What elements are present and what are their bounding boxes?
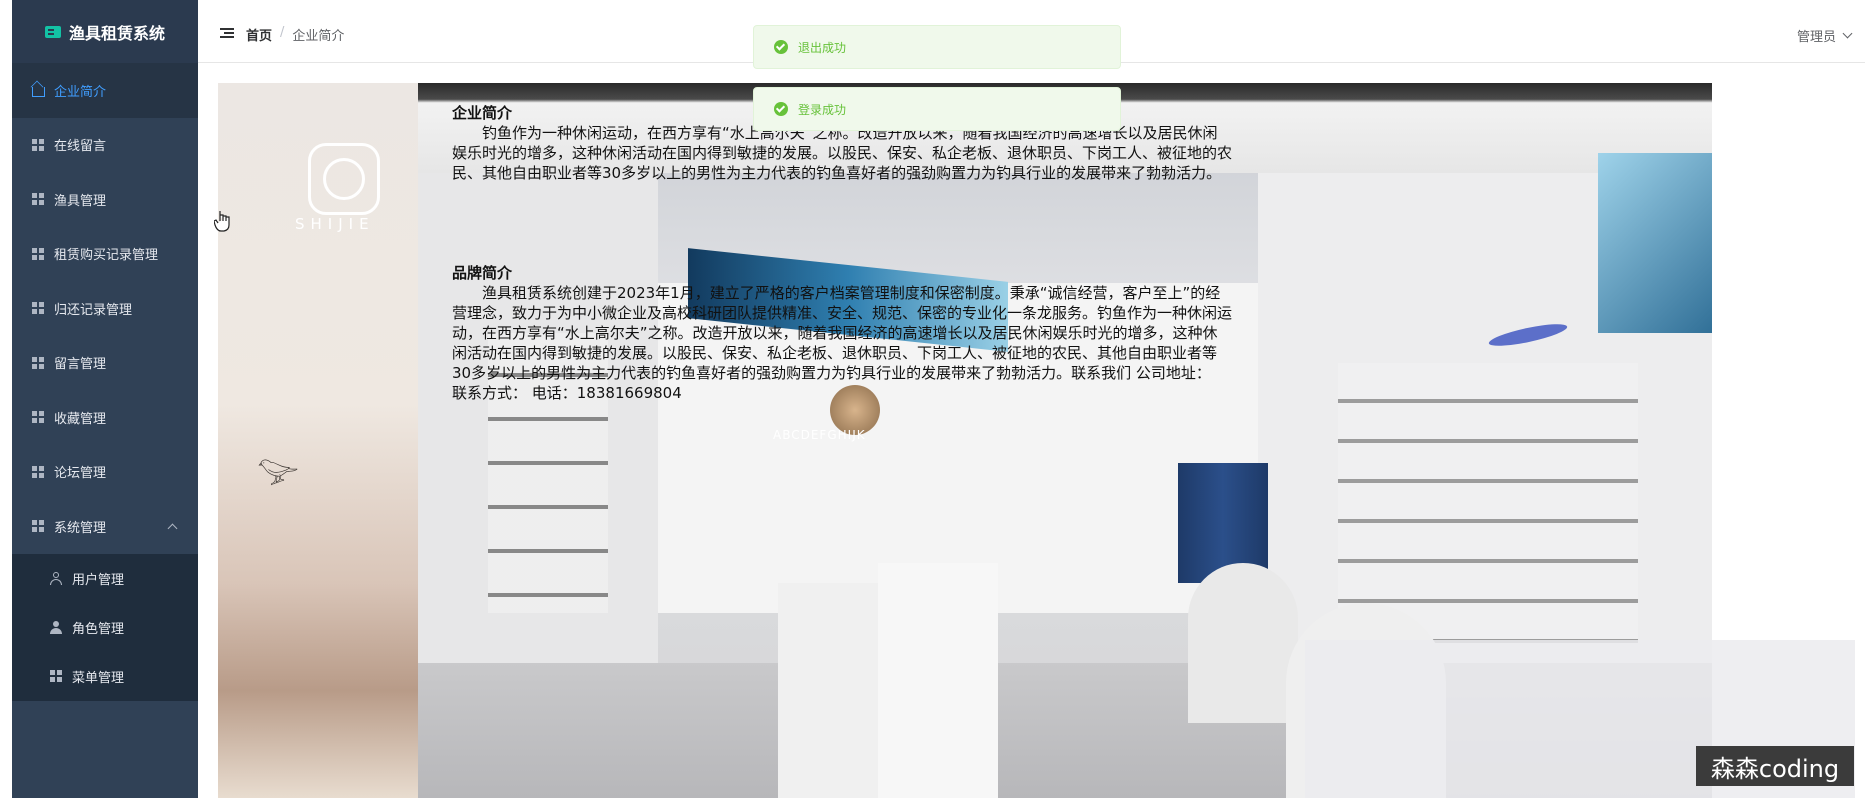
grid-icon — [48, 670, 64, 682]
grid-icon — [30, 247, 46, 260]
role-icon — [48, 620, 64, 634]
sidebar-item-gear-management[interactable]: 渔具管理 — [12, 172, 198, 227]
breadcrumb-separator: / — [280, 25, 285, 40]
user-dropdown[interactable]: 管理员 — [1796, 26, 1853, 45]
sidebar-item-label: 渔具管理 — [54, 193, 107, 209]
success-check-icon — [774, 40, 788, 54]
left-edge — [0, 0, 12, 798]
submenu-item-roles[interactable]: 角色管理 — [12, 603, 198, 652]
user-icon — [48, 571, 64, 585]
sidebar-item-rental-records[interactable]: 租赁购买记录管理 — [12, 227, 198, 282]
sidebar-item-label: 论坛管理 — [54, 466, 107, 482]
grid-icon — [30, 356, 46, 369]
logout-success-toast: 退出成功 — [753, 25, 1121, 69]
submenu-item-users[interactable]: 用户管理 — [12, 554, 198, 603]
sidebar-item-return-records[interactable]: 归还记录管理 — [12, 281, 198, 336]
display-counter-front — [878, 563, 998, 798]
sidebar-item-online-message[interactable]: 在线留言 — [12, 118, 198, 173]
grid-icon — [30, 411, 46, 424]
sidebar-item-company-intro[interactable]: 企业简介 — [12, 63, 198, 118]
grid-icon — [30, 302, 46, 315]
sidebar-menu: 企业简介 在线留言 渔具管理 租赁购买记录管理 归还记录管理 留言管理 收藏管理 — [12, 63, 198, 554]
sidebar-item-favorites[interactable]: 收藏管理 — [12, 390, 198, 445]
sidebar-item-label: 留言管理 — [54, 357, 107, 373]
app-logo-icon — [44, 25, 61, 38]
grid-icon — [30, 520, 46, 533]
sidebar-item-forum[interactable]: 论坛管理 — [12, 445, 198, 500]
toast-text: 退出成功 — [798, 40, 847, 55]
sidebar-item-label: 系统管理 — [54, 520, 107, 536]
app-brand: 渔具租赁系统 — [12, 0, 198, 63]
sidebar-item-label: 在线留言 — [54, 139, 107, 155]
submenu-item-label: 角色管理 — [72, 621, 125, 637]
sidebar: 渔具租赁系统 企业简介 在线留言 渔具管理 租赁购买记录管理 归还记录管理 留言… — [12, 0, 198, 798]
system-submenu: 用户管理 角色管理 菜单管理 — [12, 553, 198, 701]
sidebar-item-label: 归还记录管理 — [54, 302, 133, 318]
grid-icon — [30, 465, 46, 478]
breadcrumb-current: 企业简介 — [292, 29, 345, 44]
hand-cursor-icon — [214, 211, 230, 232]
grid-icon — [30, 138, 46, 151]
brand-intro-text: 渔具租赁系统创建于2023年1月，建立了严格的客户档案管理制度和保密制度。秉承“… — [452, 284, 1233, 382]
breadcrumb-home[interactable]: 首页 — [246, 25, 272, 44]
logo-text: SHIJIE — [295, 215, 375, 233]
submenu-item-label: 用户管理 — [72, 572, 125, 588]
menu-toggle-icon[interactable] — [220, 28, 234, 38]
sidebar-item-message-management[interactable]: 留言管理 — [12, 336, 198, 391]
company-intro-text: 钓鱼作为一种休闲运动，在西方享有“水上高尔夫”之称。改造开放以来，随着我国经济的… — [452, 124, 1233, 182]
success-check-icon — [774, 102, 788, 116]
grid-icon — [30, 193, 46, 206]
chevron-down-icon — [1842, 28, 1853, 39]
sidebar-item-label: 企业简介 — [54, 84, 107, 100]
breadcrumb: 首页 / 企业简介 — [246, 25, 344, 44]
toast-text: 登录成功 — [798, 102, 847, 117]
sidebar-item-label: 收藏管理 — [54, 411, 107, 427]
home-icon — [30, 83, 46, 98]
submenu-item-menus[interactable]: 菜单管理 — [12, 652, 198, 701]
ocean-banner-right — [1598, 153, 1712, 333]
user-name: 管理员 — [1796, 30, 1836, 45]
brand-intro-title: 品牌简介 — [452, 264, 513, 282]
chevron-up-icon — [167, 523, 178, 534]
sidebar-item-label: 租赁购买记录管理 — [54, 248, 159, 264]
intro-text-block: 企业简介 钓鱼作为一种休闲运动，在西方享有“水上高尔夫”之称。改造开放以来，随着… — [452, 103, 1232, 403]
camera-logo-icon — [308, 143, 380, 215]
login-success-toast: 登录成功 — [753, 87, 1121, 131]
round-display-back — [1188, 563, 1298, 723]
watermark: 森森coding — [1696, 746, 1854, 786]
contact-info: 联系方式： 电话：18381669804 — [452, 384, 682, 402]
submenu-item-label: 菜单管理 — [72, 670, 125, 686]
sidebar-item-system[interactable]: 系统管理 — [12, 499, 198, 554]
app-title: 渔具租赁系统 — [68, 23, 165, 43]
wall-sign-text: ABCDEFGHIJK — [773, 428, 866, 442]
